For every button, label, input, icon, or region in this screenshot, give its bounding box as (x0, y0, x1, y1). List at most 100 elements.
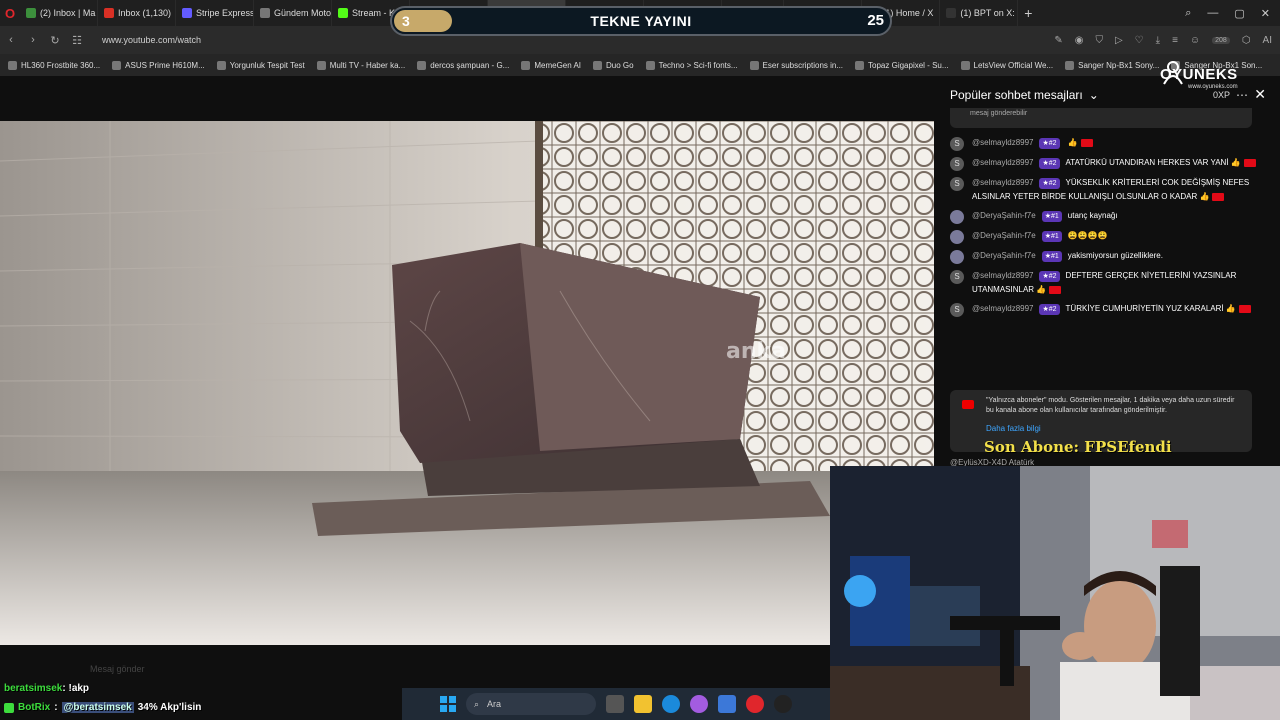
new-tab-button[interactable]: + (1018, 5, 1038, 21)
tab-count-badge[interactable]: 208 (1212, 36, 1230, 44)
thumbs-up-icon: 👍 (1065, 138, 1078, 147)
forward-icon[interactable]: › (22, 34, 44, 46)
turkey-flag-icon (1080, 138, 1093, 147)
tab-label: (1) BPT on X: (960, 8, 1015, 18)
chat-message[interactable]: @DeryaŞahin-f7e ★#1 😩😩😩😩 (950, 229, 1266, 244)
ai-button[interactable]: AI (1263, 35, 1272, 46)
minimize-button[interactable]: — (1207, 7, 1218, 20)
avatar[interactable] (950, 230, 964, 244)
back-icon[interactable]: ‹ (0, 34, 22, 46)
file-explorer-icon[interactable] (634, 695, 652, 713)
chat-message[interactable]: @DeryaŞahin-f7e ★#1 utanç kaynağı (950, 209, 1266, 224)
maximize-button[interactable]: ▢ (1234, 7, 1244, 20)
heart-icon[interactable]: ♡ (1135, 35, 1144, 46)
bookmark-item[interactable]: Multi TV - Haber ka... (316, 60, 406, 70)
browser-tab[interactable]: Inbox (1,130) (98, 0, 176, 26)
bookmark-favicon-icon (645, 60, 655, 70)
bookmark-label: HL360 Frostbite 360... (21, 60, 101, 70)
bookmark-item[interactable]: Techno > Sci-fi fonts... (645, 60, 738, 70)
camera-icon[interactable]: ◉ (1075, 35, 1084, 46)
task-view-icon[interactable] (606, 695, 624, 713)
thumbs-up-icon: 👍 (1034, 285, 1047, 294)
bookmark-label: Multi TV - Haber ka... (329, 60, 406, 70)
bookmark-favicon-icon (417, 60, 427, 70)
bookmark-favicon-icon (593, 60, 603, 70)
bookmark-item[interactable]: ASUS Prime H610M... (112, 60, 205, 70)
more-options-icon[interactable]: ⋯ (1236, 88, 1248, 102)
bookmark-item[interactable]: LetsView Official We... (960, 60, 1053, 70)
rank-badge: ★#1 (1041, 211, 1062, 222)
chevron-down-icon: ⌄ (1088, 88, 1099, 102)
store-icon[interactable] (718, 695, 736, 713)
close-window-button[interactable]: ✕ (1261, 7, 1270, 20)
chat-author[interactable]: @selmayldz8997 (972, 178, 1033, 187)
bookmark-item[interactable]: dercos şampuan - G... (417, 60, 509, 70)
bot-icon (4, 702, 14, 713)
chat-message[interactable]: @DeryaŞahin-f7e ★#1 yakismiyorsun güzellik… (950, 249, 1266, 264)
browser-tab[interactable]: (2) Inbox | Ma (20, 0, 98, 26)
chat-message[interactable]: S @selmayldz8997 ★#2 DEFTERE GERÇEK NİYETLE… (950, 269, 1266, 297)
video-player[interactable]: anka (0, 121, 934, 645)
extensions-icon[interactable]: ⬡ (1242, 35, 1251, 46)
browser-tab[interactable]: Gündem Moto (254, 0, 332, 26)
reload-icon[interactable]: ↻ (44, 34, 66, 47)
chat-author[interactable]: @selmayldz8997 (972, 158, 1033, 167)
avatar[interactable]: S (950, 303, 964, 317)
download-icon[interactable]: ⤓ (1156, 35, 1160, 46)
bookmark-item[interactable]: MemeGen AI (521, 60, 582, 70)
chat-message[interactable]: S @selmayldz8997 ★#2 ATATÜRKÜ UTANDIRAN HER… (950, 156, 1266, 171)
close-chat-icon[interactable]: ✕ (1254, 86, 1266, 103)
chat-mode-dropdown[interactable]: Popüler sohbet mesajları ⌄ (950, 88, 1099, 102)
opera-logo-icon[interactable]: O (0, 0, 20, 26)
chat-message[interactable]: S @selmayldz8997 ★#2 TÜRKİYE CUMHURİYETİN Y… (950, 302, 1266, 317)
bookmark-item[interactable]: Eser subscriptions in... (749, 60, 843, 70)
avatar[interactable]: S (950, 137, 964, 151)
chat-author[interactable]: @DeryaŞahin-f7e (972, 251, 1036, 260)
bookmark-item[interactable]: Sanger Np-Bx1 Sony... (1065, 60, 1159, 70)
avatar[interactable] (950, 250, 964, 264)
chat-message[interactable]: S @selmayldz8997 ★#2 YÜKSEKLİK KRİTERLERİ C… (950, 176, 1266, 204)
url-field[interactable]: www.youtube.com/watch (102, 35, 201, 45)
bookmark-item[interactable]: Duo Go (593, 60, 634, 70)
chat-author[interactable]: @selmayldz8997 (972, 304, 1033, 313)
menu-icon[interactable]: ≡ (1172, 35, 1178, 46)
chat-message-body: @selmayldz8997 ★#2 DEFTERE GERÇEK NİYETLER… (972, 269, 1266, 297)
tab-label: Inbox (1,130) (118, 8, 172, 18)
shield-icon[interactable]: ⛉ (1095, 35, 1103, 46)
chat-author[interactable]: @selmayldz8997 (972, 138, 1033, 147)
bookmark-label: MemeGen AI (534, 60, 582, 70)
avatar[interactable]: S (950, 177, 964, 191)
chat-input-ghost: Mesaj gönder (90, 664, 145, 674)
tab-favicon-icon (946, 8, 957, 18)
search-tabs-icon[interactable]: ⌕ (1185, 7, 1191, 20)
browser-tab[interactable]: Stripe Express (176, 0, 254, 26)
chat-author[interactable]: @DeryaŞahin-f7e (972, 231, 1036, 240)
rank-badge: ★#1 (1041, 251, 1062, 262)
windows-start-icon[interactable] (440, 696, 456, 712)
learn-more-link[interactable]: Daha fazla bilgi (986, 424, 1242, 434)
obs-icon[interactable] (774, 695, 792, 713)
live-chat-panel: Popüler sohbet mesajları ⌄ 0XP ⋯ ✕ mesaj… (934, 80, 1280, 467)
avatar[interactable]: S (950, 157, 964, 171)
profile-icon[interactable]: ☺ (1190, 35, 1200, 46)
bookmark-item[interactable]: Yorgunluk Tespit Test (216, 60, 305, 70)
bot-mention: @beratsimsek (61, 702, 134, 713)
chat-author[interactable]: @DeryaŞahin-f7e (972, 211, 1036, 220)
opera-taskbar-icon[interactable] (746, 695, 764, 713)
copilot-icon[interactable] (690, 695, 708, 713)
avatar[interactable]: S (950, 270, 964, 284)
player-icon[interactable]: ▷ (1115, 35, 1123, 46)
bookmark-item[interactable]: Topaz Gigapixel - Su... (855, 60, 949, 70)
site-info-icon[interactable]: ☷ (66, 34, 88, 47)
bookmark-item[interactable]: HL360 Frostbite 360... (8, 60, 101, 70)
chat-author[interactable]: @selmayldz8997 (972, 271, 1033, 280)
browser-tab[interactable]: (1) BPT on X: (940, 0, 1019, 26)
chat-message[interactable]: S @selmayldz8997 ★#2 👍 (950, 136, 1266, 151)
edge-icon[interactable] (662, 695, 680, 713)
edit-icon[interactable]: ✎ (1054, 35, 1062, 46)
taskbar-search[interactable]: ⌕ Ara (466, 693, 596, 715)
windows-taskbar: ⌕ Ara (402, 688, 830, 720)
window-controls: ⌕ — ▢ ✕ (1185, 7, 1280, 20)
chat-message-body: @DeryaŞahin-f7e ★#1 utanç kaynağı (972, 209, 1266, 224)
avatar[interactable] (950, 210, 964, 224)
